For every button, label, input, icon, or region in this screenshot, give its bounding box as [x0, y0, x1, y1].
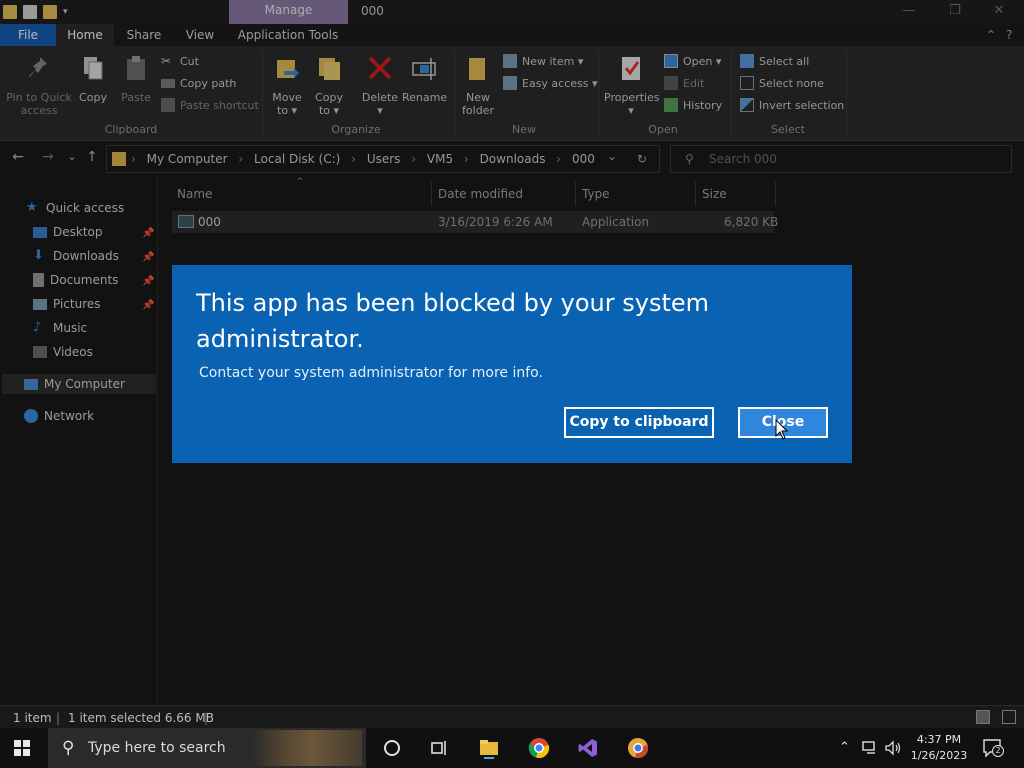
- windows-start-icon[interactable]: [14, 740, 30, 756]
- status-selection: 1 item selected 6.66 MB: [68, 711, 214, 725]
- visual-studio-icon[interactable]: [577, 737, 599, 759]
- taskbar-search-placeholder: Type here to search: [88, 740, 226, 756]
- clock-time: 4:37 PM: [916, 733, 962, 746]
- status-item-count: 1 item: [13, 711, 52, 725]
- screen: ▾ Manage 000 — ❐ ✕ File Home Share View …: [0, 0, 1024, 768]
- dialog-message: Contact your system administrator for mo…: [199, 365, 543, 381]
- status-divider: |: [56, 711, 61, 725]
- status-bar: 1 item | 1 item selected 6.66 MB |: [0, 705, 1024, 728]
- dialog-title: This app has been blocked by your system…: [196, 289, 710, 353]
- taskbar: ⚲ Type here to search ⌃ 4:37 PM 1/26/202…: [0, 728, 1024, 768]
- status-divider: |: [204, 711, 209, 725]
- blocked-app-dialog: This app has been blocked by your system…: [172, 265, 852, 463]
- clock-date: 1/26/2023: [910, 749, 968, 762]
- details-view-icon[interactable]: [976, 710, 990, 724]
- system-clock[interactable]: 4:37 PM 1/26/2023: [906, 732, 972, 764]
- chrome-canary-icon[interactable]: [627, 737, 649, 759]
- cortana-icon[interactable]: [381, 737, 403, 759]
- copy-to-clipboard-button[interactable]: Copy to clipboard: [564, 407, 714, 438]
- show-hidden-icons-chevron[interactable]: ⌃: [839, 740, 850, 755]
- notification-count-badge: 2: [992, 745, 1004, 757]
- search-icon: ⚲: [62, 738, 75, 758]
- file-explorer-icon[interactable]: [478, 737, 500, 759]
- task-view-icon[interactable]: [428, 737, 450, 759]
- chrome-icon[interactable]: [528, 737, 550, 759]
- mouse-cursor-icon: [775, 419, 789, 440]
- network-icon[interactable]: [862, 740, 880, 756]
- large-icons-view-icon[interactable]: [1002, 710, 1016, 724]
- volume-icon[interactable]: [884, 740, 902, 756]
- action-center-button[interactable]: 2: [982, 738, 1004, 758]
- search-highlight-image: [252, 730, 362, 766]
